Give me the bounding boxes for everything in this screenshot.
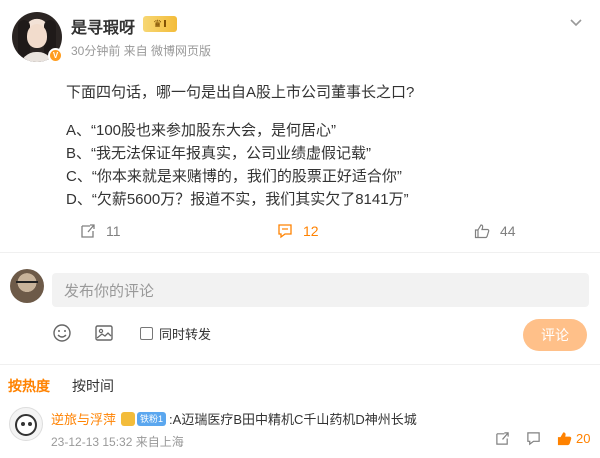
comment-meta: 23-12-13 15:32 来自上海: [51, 435, 184, 449]
comment-sort-tabs: 按热度 按时间: [8, 376, 114, 396]
compose-toolbar: 同时转发: [52, 322, 211, 344]
tab-sort-hot[interactable]: 按热度: [8, 376, 50, 396]
image-icon[interactable]: [94, 323, 114, 343]
submit-comment-button[interactable]: 评论: [523, 319, 587, 351]
comment-button[interactable]: 12: [277, 223, 319, 239]
post-header: V 是寻瑕呀 ♛ Ⅰ 30分钟前 来自 微博网页版: [12, 10, 588, 66]
comment-count: 12: [303, 223, 319, 239]
divider: [0, 364, 600, 365]
repost-count: 11: [106, 223, 121, 239]
comment-like-count: 20: [576, 431, 591, 446]
vip-icon: [121, 411, 136, 426]
thumbs-up-icon: [474, 224, 490, 239]
comment-icon: [278, 224, 292, 239]
crown-icon: ♛: [153, 18, 163, 30]
comment-actions: 20: [495, 431, 590, 446]
post-action-bar: 11 12 44: [0, 220, 600, 246]
like-button[interactable]: 44: [474, 223, 516, 239]
emoji-icon[interactable]: [52, 323, 72, 343]
option-d: D、“欠薪5600万？报道不实，我们其实欠了8141万”: [66, 191, 409, 208]
repost-icon: [81, 224, 95, 238]
vip-badge[interactable]: ♛ Ⅰ: [143, 16, 177, 32]
current-user-avatar: [10, 269, 44, 303]
thumbs-up-icon[interactable]: [557, 431, 572, 446]
like-count: 44: [500, 223, 516, 239]
comment-row: 逆旅与浮萍 铁粉1 :A迈瑞医疗B田中精机C千山药机D神州长城: [51, 409, 417, 428]
author-name[interactable]: 是寻瑕呀: [71, 14, 135, 38]
fan-badge: 铁粉1: [137, 411, 167, 426]
comment-input[interactable]: 发布你的评论: [52, 273, 589, 307]
comment-icon[interactable]: [526, 431, 541, 446]
option-b: B、“我无法保证年报真实，公司业绩虚假记载”: [66, 145, 371, 162]
option-c: C、“你本来就是来赌博的，我们的股票正好适合你”: [66, 168, 402, 185]
commenter-name[interactable]: 逆旅与浮萍: [51, 409, 116, 428]
chevron-down-icon[interactable]: [568, 14, 584, 30]
post-meta: 30分钟前 来自 微博网页版: [71, 44, 212, 58]
tab-sort-time[interactable]: 按时间: [72, 376, 114, 396]
repost-label: 同时转发: [159, 326, 212, 342]
repost-button[interactable]: 11: [80, 223, 121, 239]
vip-level: Ⅰ: [163, 18, 167, 30]
divider: [0, 252, 600, 253]
verified-icon: V: [48, 48, 63, 63]
repost-icon[interactable]: [495, 431, 510, 446]
repost-checkbox[interactable]: 同时转发: [140, 324, 211, 343]
commenter-avatar[interactable]: [9, 407, 43, 441]
post-question: 下面四句话，哪一句是出自A股上市公司董事长之口?: [66, 84, 415, 101]
option-a: A、“100股也来参加股东大会，是何居心”: [66, 122, 337, 139]
comment-text: :A迈瑞医疗B田中精机C千山药机D神州长城: [169, 412, 417, 427]
post-content: 下面四句话，哪一句是出自A股上市公司董事长之口? A、“100股也来参加股东大会…: [66, 81, 576, 211]
checkbox[interactable]: [140, 326, 153, 340]
